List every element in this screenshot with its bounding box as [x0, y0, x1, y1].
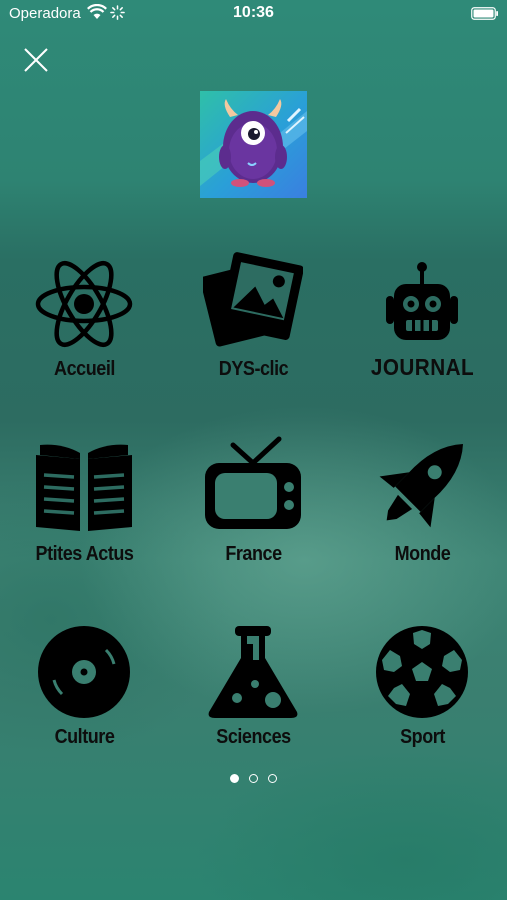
- close-icon: [24, 48, 48, 72]
- tile-label: Accueil: [54, 358, 115, 380]
- soccer-ball-icon: [376, 626, 468, 718]
- robot-icon: [386, 262, 458, 340]
- open-book-icon: [36, 444, 132, 531]
- close-button[interactable]: [20, 44, 52, 76]
- app-logo-monster: [200, 91, 307, 198]
- page-dot-1[interactable]: [229, 774, 239, 783]
- rocket-icon: [379, 443, 464, 528]
- vinyl-record-icon: [38, 626, 130, 718]
- atom-icon: [35, 261, 133, 347]
- status-time: 10:36: [233, 4, 274, 21]
- tile-label: Sport: [400, 726, 445, 748]
- page-dot-2[interactable]: [249, 774, 258, 783]
- tv-icon: [205, 436, 301, 529]
- battery-icon: [471, 7, 498, 20]
- status-bar: Operadora 10:36: [0, 0, 507, 28]
- tile-label: JOURNAL: [370, 354, 475, 380]
- tile-label: DYS-clic: [218, 358, 289, 380]
- tile-label: Sciences: [216, 726, 291, 748]
- flask-icon: [208, 626, 298, 718]
- page-indicator: [0, 770, 507, 788]
- tile-label: France: [225, 543, 282, 565]
- tile-label: Ptites Actus: [35, 543, 134, 565]
- page-dot-3[interactable]: [268, 774, 278, 783]
- tile-label: Culture: [54, 726, 115, 748]
- tile-label: Monde: [394, 543, 451, 565]
- photos-icon: [203, 252, 303, 347]
